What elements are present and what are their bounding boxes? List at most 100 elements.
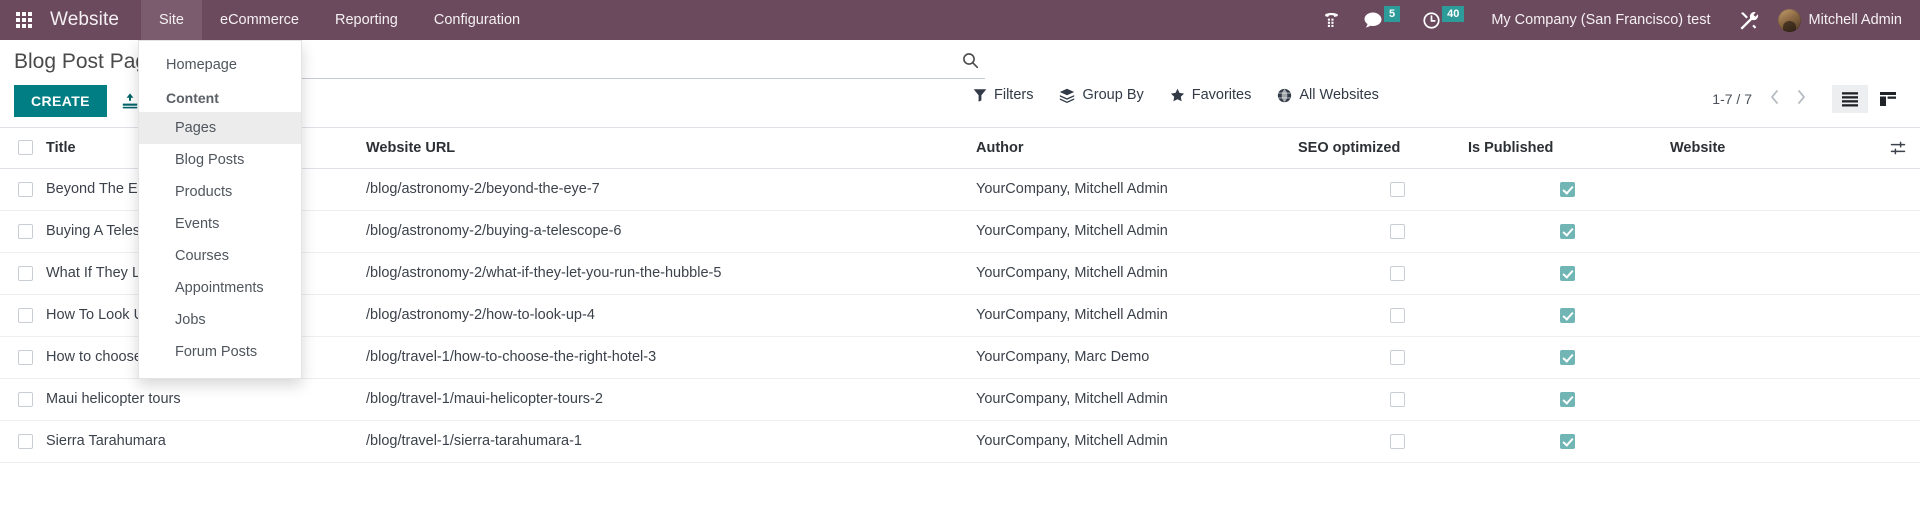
dropdown-item-appointments[interactable]: Appointments: [139, 272, 301, 304]
pager-next-button[interactable]: [1791, 88, 1812, 110]
dropdown-item-forum-posts[interactable]: Forum Posts: [139, 336, 301, 368]
apps-menu-toggle[interactable]: [0, 0, 44, 40]
cell-author: YourCompany, Mitchell Admin: [976, 433, 1168, 449]
cell-author: YourCompany, Mitchell Admin: [976, 181, 1168, 197]
seo-optimized-checkbox[interactable]: [1390, 265, 1405, 281]
cell-spacer: [1870, 336, 1920, 378]
table-row[interactable]: Maui helicopter tours/blog/travel-1/maui…: [0, 378, 1920, 420]
filters-button[interactable]: Filters: [973, 87, 1033, 103]
is-published-checkbox[interactable]: [1560, 391, 1575, 407]
row-select-cell: [0, 252, 46, 294]
cell-spacer: [1870, 294, 1920, 336]
row-select-cell: [0, 336, 46, 378]
import-upload-icon[interactable]: [121, 92, 139, 110]
dropdown-item-jobs[interactable]: Jobs: [139, 304, 301, 336]
cell-website: [1670, 252, 1870, 294]
is-published-checkbox[interactable]: [1560, 433, 1575, 449]
group-by-button[interactable]: Group By: [1059, 87, 1144, 103]
is-published-checkbox[interactable]: [1560, 349, 1575, 365]
search-icon[interactable]: [962, 52, 979, 74]
dropdown-item-courses[interactable]: Courses: [139, 240, 301, 272]
table-row[interactable]: Sierra Tarahumara/blog/travel-1/sierra-t…: [0, 420, 1920, 462]
row-select-checkbox[interactable]: [18, 433, 33, 449]
cell-website-url: /blog/astronomy-2/how-to-look-up-4: [366, 307, 595, 323]
cell-website-url: /blog/astronomy-2/what-if-they-let-you-r…: [366, 265, 722, 281]
dropdown-item-homepage[interactable]: Homepage: [139, 49, 301, 81]
is-published-checkbox[interactable]: [1560, 307, 1575, 323]
search-view: [195, 50, 986, 79]
cell-author: YourCompany, Mitchell Admin: [976, 265, 1168, 281]
cell-seo-optimized: [1298, 252, 1468, 294]
dropdown-item-pages[interactable]: Pages: [139, 112, 301, 144]
cell-seo-optimized: [1298, 168, 1468, 210]
messages-button[interactable]: 5: [1352, 0, 1411, 40]
activities-button[interactable]: 40: [1411, 0, 1475, 40]
row-select-checkbox[interactable]: [18, 391, 33, 407]
nav-menu-configuration[interactable]: Configuration: [416, 0, 538, 40]
pager-and-views: 1-7 / 7: [1712, 85, 1906, 113]
seo-optimized-checkbox[interactable]: [1390, 349, 1405, 365]
dialpad-button[interactable]: [1311, 0, 1352, 40]
row-select-checkbox[interactable]: [18, 181, 33, 197]
cell-website: [1670, 420, 1870, 462]
is-published-checkbox[interactable]: [1560, 181, 1575, 197]
company-switcher[interactable]: My Company (San Francisco) test: [1475, 0, 1726, 40]
seo-optimized-checkbox[interactable]: [1390, 433, 1405, 449]
group-by-label: Group By: [1082, 87, 1144, 103]
cell-website: [1670, 336, 1870, 378]
chevron-left-icon: [1771, 90, 1778, 104]
phone-dialpad-icon: [1324, 12, 1338, 27]
create-button[interactable]: CREATE: [14, 85, 107, 117]
dropdown-item-products[interactable]: Products: [139, 176, 301, 208]
brand-website[interactable]: Website: [44, 0, 141, 40]
header-website[interactable]: Website: [1670, 128, 1870, 169]
row-select-checkbox[interactable]: [18, 223, 33, 239]
messages-count-badge: 5: [1383, 6, 1401, 22]
row-select-checkbox[interactable]: [18, 349, 33, 365]
cell-spacer: [1870, 210, 1920, 252]
row-select-checkbox[interactable]: [18, 265, 33, 281]
header-seo-optimized[interactable]: SEO optimized: [1298, 128, 1468, 169]
kanban-view-button[interactable]: [1870, 85, 1906, 113]
seo-optimized-checkbox[interactable]: [1390, 391, 1405, 407]
cell-is-published: [1468, 210, 1670, 252]
cell-website-url: /blog/travel-1/maui-helicopter-tours-2: [366, 391, 603, 407]
cell-author: YourCompany, Mitchell Admin: [976, 391, 1168, 407]
pager-previous-button[interactable]: [1764, 88, 1785, 110]
kanban-view-icon: [1880, 92, 1896, 106]
seo-optimized-checkbox[interactable]: [1390, 181, 1405, 197]
dropdown-item-blog-posts[interactable]: Blog Posts: [139, 144, 301, 176]
search-input[interactable]: [195, 50, 986, 78]
header-is-published[interactable]: Is Published: [1468, 128, 1670, 169]
all-websites-button[interactable]: All Websites: [1277, 87, 1379, 103]
cell-author: YourCompany, Mitchell Admin: [976, 307, 1168, 323]
list-view-button[interactable]: [1832, 85, 1868, 113]
cell-spacer: [1870, 378, 1920, 420]
is-published-checkbox[interactable]: [1560, 265, 1575, 281]
select-all-checkbox[interactable]: [18, 140, 33, 156]
row-select-checkbox[interactable]: [18, 307, 33, 323]
optional-columns-cell: [1870, 128, 1920, 169]
seo-optimized-checkbox[interactable]: [1390, 223, 1405, 239]
cell-title: Maui helicopter tours: [46, 391, 181, 407]
user-menu[interactable]: Mitchell Admin: [1770, 0, 1920, 40]
top-navbar: Website Site eCommerce Reporting Configu…: [0, 0, 1920, 40]
header-author[interactable]: Author: [976, 128, 1298, 169]
favorites-label: Favorites: [1191, 87, 1252, 103]
column-options-icon[interactable]: [1870, 140, 1920, 156]
favorites-button[interactable]: Favorites: [1170, 87, 1252, 103]
cell-is-published: [1468, 420, 1670, 462]
dropdown-section-content: Content: [166, 90, 219, 106]
nav-menu-site[interactable]: Site: [141, 0, 202, 40]
pager-count: 1-7 / 7: [1712, 91, 1752, 107]
seo-optimized-checkbox[interactable]: [1390, 307, 1405, 323]
debug-tools-button[interactable]: [1727, 0, 1770, 40]
nav-menu-reporting[interactable]: Reporting: [317, 0, 416, 40]
header-website-url[interactable]: Website URL: [366, 128, 976, 169]
row-select-cell: [0, 378, 46, 420]
is-published-checkbox[interactable]: [1560, 223, 1575, 239]
nav-menu-ecommerce[interactable]: eCommerce: [202, 0, 317, 40]
cell-spacer: [1870, 252, 1920, 294]
apps-grid-icon: [16, 12, 32, 28]
dropdown-item-events[interactable]: Events: [139, 208, 301, 240]
